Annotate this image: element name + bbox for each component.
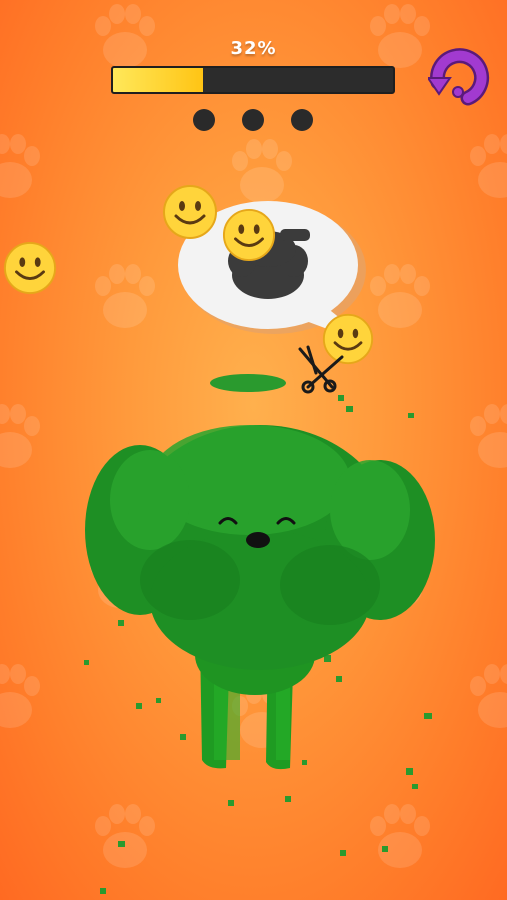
fluffy-dog-character[interactable] (80, 390, 440, 780)
dog-nose (246, 532, 270, 548)
